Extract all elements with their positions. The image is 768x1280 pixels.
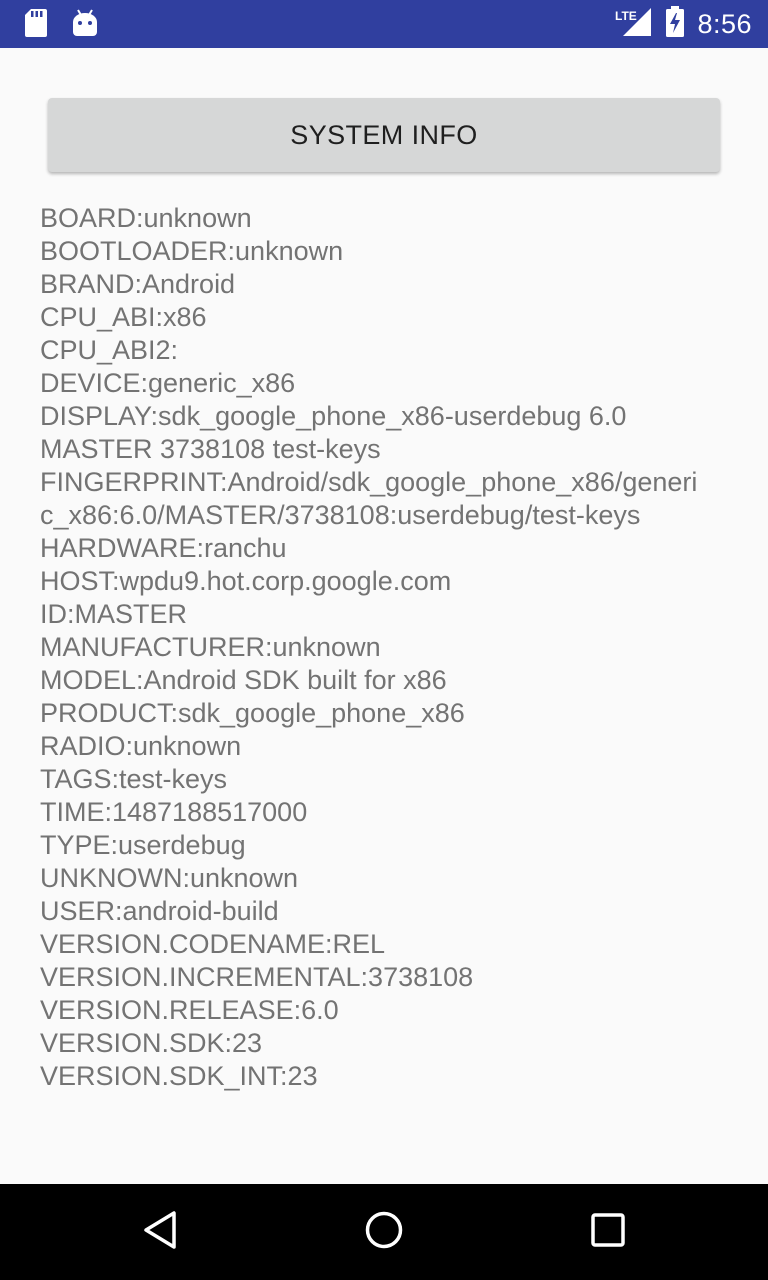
android-debug-icon [72, 8, 98, 43]
battery-charging-icon [665, 5, 685, 43]
system-info-button[interactable]: SYSTEM INFO [48, 98, 720, 172]
back-button[interactable] [136, 1208, 184, 1256]
home-button[interactable] [360, 1208, 408, 1256]
status-clock: 8:56 [697, 8, 752, 39]
info-line: MANUFACTURER:unknown [40, 632, 381, 662]
info-line: FINGERPRINT:Android/sdk_google_phone_x86… [40, 467, 698, 530]
home-icon [364, 1210, 404, 1255]
info-line: VERSION.CODENAME:REL [40, 929, 386, 959]
system-info-list: BOARD:unknown BOOTLOADER:unknown BRAND:A… [40, 202, 700, 1093]
lte-signal-icon: LTE [615, 6, 653, 43]
info-line: BOOTLOADER:unknown [40, 236, 344, 266]
info-line: HARDWARE:ranchu [40, 533, 287, 563]
info-line: BRAND:Android [40, 269, 236, 299]
info-line: UNKNOWN:unknown [40, 863, 299, 893]
info-line: BOARD:unknown [40, 203, 252, 233]
info-line: CPU_ABI:x86 [40, 302, 207, 332]
recents-icon [588, 1210, 628, 1255]
info-line: DEVICE:generic_x86 [40, 368, 296, 398]
info-line: VERSION.SDK:23 [40, 1028, 263, 1058]
status-bar: LTE 8:56 [0, 0, 768, 48]
info-line: TAGS:test-keys [40, 764, 228, 794]
info-line: USER:android-build [40, 896, 279, 926]
sd-card-icon [24, 8, 48, 43]
lte-label: LTE [615, 9, 637, 23]
app-content: SYSTEM INFO BOARD:unknown BOOTLOADER:unk… [0, 48, 768, 1184]
info-line: VERSION.RELEASE:6.0 [40, 995, 339, 1025]
info-line: HOST:wpdu9.hot.corp.google.com [40, 566, 452, 596]
navigation-bar [0, 1184, 768, 1280]
info-line: RADIO:unknown [40, 731, 242, 761]
info-line: ID:MASTER [40, 599, 188, 629]
info-line: TIME:1487188517000 [40, 797, 308, 827]
info-line: CPU_ABI2: [40, 335, 179, 365]
notification-icons [24, 8, 98, 43]
info-line: TYPE:userdebug [40, 830, 246, 860]
recents-button[interactable] [584, 1208, 632, 1256]
info-line: VERSION.SDK_INT:23 [40, 1061, 318, 1091]
system-info-button-label: SYSTEM INFO [290, 119, 478, 150]
info-line: VERSION.INCREMENTAL:3738108 [40, 962, 474, 992]
system-icons: LTE 8:56 [615, 0, 752, 48]
info-line: MODEL:Android SDK built for x86 [40, 665, 447, 695]
back-icon [140, 1210, 180, 1255]
info-line: DISPLAY:sdk_google_phone_x86-userdebug 6… [40, 401, 634, 464]
info-line: PRODUCT:sdk_google_phone_x86 [40, 698, 465, 728]
